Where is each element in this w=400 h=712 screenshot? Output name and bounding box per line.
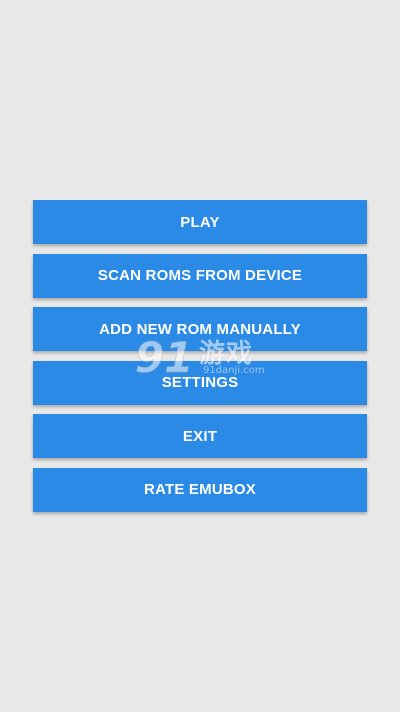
scan-roms-button[interactable]: SCAN ROMS FROM DEVICE xyxy=(33,253,367,298)
play-button[interactable]: PLAY xyxy=(33,200,367,244)
settings-button[interactable]: SETTINGS xyxy=(33,360,367,405)
main-menu: PLAY SCAN ROMS FROM DEVICE ADD NEW ROM M… xyxy=(33,200,367,522)
exit-button[interactable]: EXIT xyxy=(33,414,367,459)
add-rom-button[interactable]: ADD NEW ROM MANUALLY xyxy=(33,307,367,352)
rate-emubox-button[interactable]: RATE EMUBOX xyxy=(33,467,367,512)
